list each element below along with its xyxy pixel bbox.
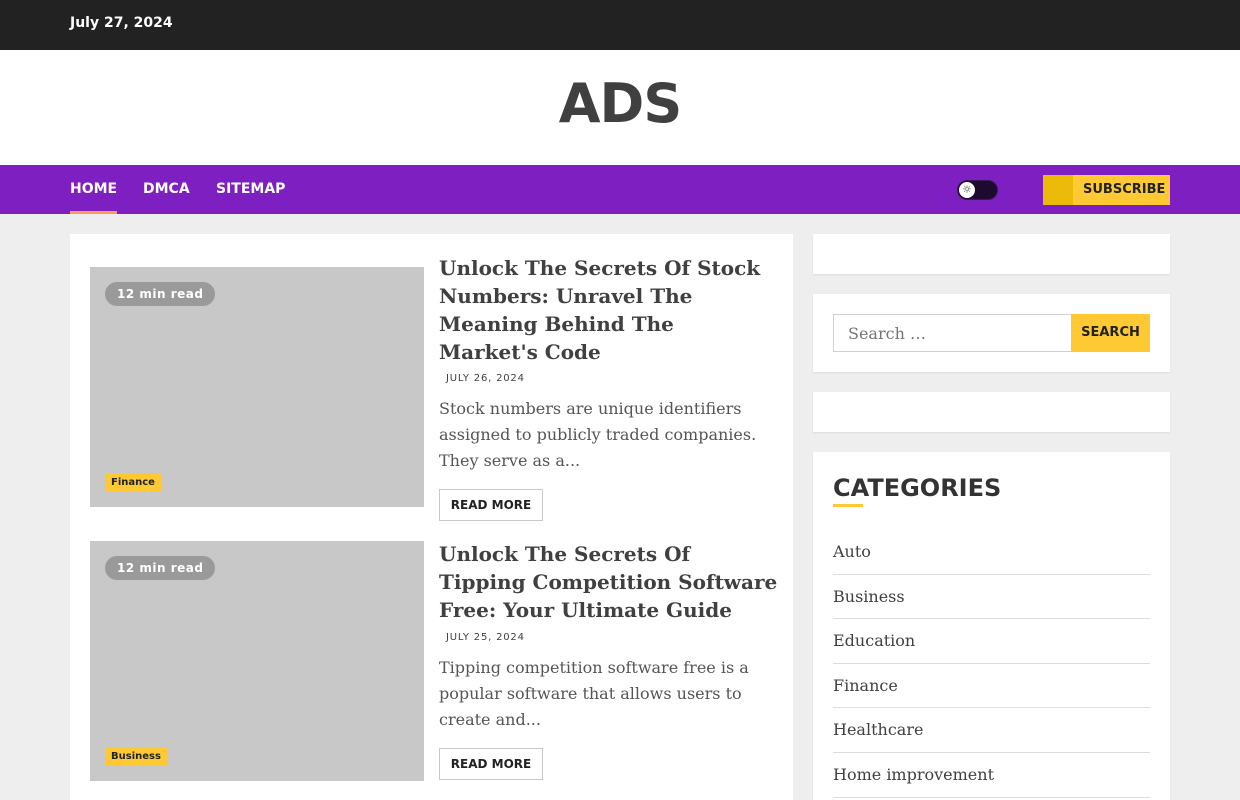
category-badge[interactable]: Finance — [105, 474, 161, 492]
post-title[interactable]: Unlock The Secrets Of Tipping Competitio… — [439, 540, 779, 624]
post-list: 12 min read Finance Unlock The Secrets O… — [70, 234, 793, 800]
site-title[interactable]: ADS — [0, 72, 1240, 135]
post-date[interactable]: JULY 26, 2024 — [446, 373, 525, 384]
subscribe-label: SUBSCRIBE — [1083, 182, 1166, 197]
empty-widget — [813, 234, 1170, 274]
post-title[interactable]: Unlock The Secrets Of Stock Numbers: Unr… — [439, 254, 779, 366]
search-widget: SEARCH — [813, 294, 1170, 372]
category-link[interactable]: Finance — [833, 664, 1150, 709]
top-bar: July 27, 2024 — [0, 0, 1240, 50]
post-date[interactable]: JULY 25, 2024 — [446, 632, 525, 643]
subscribe-button[interactable]: SUBSCRIBE — [1043, 175, 1170, 205]
dark-mode-toggle[interactable]: ☼ — [957, 180, 998, 200]
category-link[interactable]: Education — [833, 619, 1150, 664]
nav-item-home[interactable]: HOME — [70, 181, 118, 214]
read-more-button[interactable]: READ MORE — [439, 489, 543, 521]
category-link[interactable]: Business — [833, 575, 1150, 620]
sun-icon: ☼ — [959, 182, 975, 198]
categories-widget: CATEGORIES Auto Business Education Finan… — [813, 452, 1170, 800]
category-badge[interactable]: Business — [105, 748, 167, 766]
category-link[interactable]: Auto — [833, 530, 1150, 575]
post-thumbnail[interactable]: 12 min read Finance — [90, 267, 424, 507]
read-time-badge: 12 min read — [105, 556, 216, 580]
nav-item-dmca[interactable]: DMCA — [143, 181, 190, 214]
heading-underline — [833, 504, 863, 507]
search-button[interactable]: SEARCH — [1071, 314, 1150, 352]
post-excerpt: Tipping competition software free is a p… — [439, 658, 749, 729]
read-time-badge: 12 min read — [105, 282, 216, 306]
search-input[interactable] — [833, 314, 1072, 352]
site-header: ADS — [0, 50, 1240, 165]
category-link[interactable]: Home improvement — [833, 753, 1150, 798]
empty-widget — [813, 392, 1170, 432]
nav-item-sitemap[interactable]: SITEMAP — [216, 181, 285, 214]
subscribe-icon — [1043, 175, 1073, 205]
current-date: July 27, 2024 — [70, 15, 173, 31]
read-more-button[interactable]: READ MORE — [439, 748, 543, 780]
post-excerpt: Stock numbers are unique identifiers ass… — [439, 399, 757, 470]
categories-heading: CATEGORIES — [833, 474, 1002, 502]
category-link[interactable]: Healthcare — [833, 708, 1150, 753]
post-thumbnail[interactable]: 12 min read Business — [90, 541, 424, 781]
